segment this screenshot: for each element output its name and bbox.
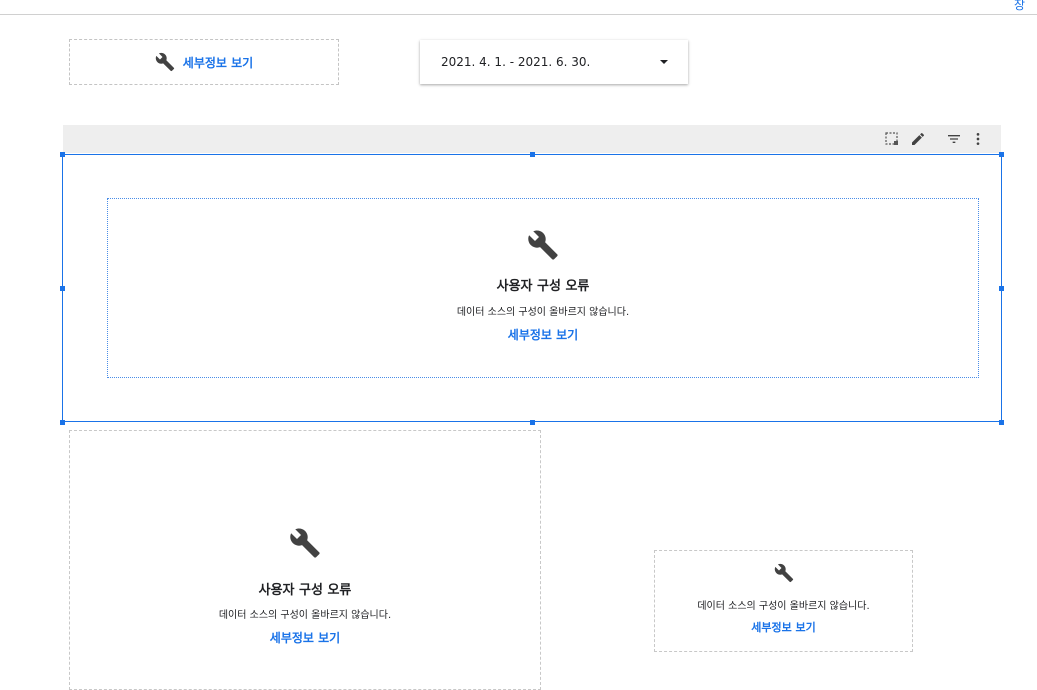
resize-handle-w[interactable] <box>60 286 65 291</box>
error-description: 데이터 소스의 구성이 올바르지 않습니다. <box>697 601 870 612</box>
filter-icon[interactable] <box>945 130 963 148</box>
resize-handle-sw[interactable] <box>60 420 65 425</box>
main-error-panel: 사용자 구성 오류 데이터 소스의 구성이 올바르지 않습니다. 세부정보 보기 <box>107 198 979 378</box>
wrench-icon <box>155 52 175 72</box>
resize-handle-ne[interactable] <box>999 152 1004 157</box>
error-title: 사용자 구성 오류 <box>496 279 590 294</box>
details-link[interactable]: 세부정보 보기 <box>508 326 578 343</box>
more-vert-icon[interactable] <box>969 130 987 148</box>
header-divider <box>0 14 1037 15</box>
resize-handle-n[interactable] <box>530 152 535 157</box>
top-error-chip: 세부정보 보기 <box>69 39 339 85</box>
select-area-icon[interactable] <box>883 130 901 148</box>
resize-handle-se[interactable] <box>999 420 1004 425</box>
wrench-icon <box>289 527 321 559</box>
details-link[interactable]: 세부정보 보기 <box>183 54 253 71</box>
details-link[interactable]: 세부정보 보기 <box>270 629 340 646</box>
date-range-value: 2021. 4. 1. - 2021. 6. 30. <box>441 55 591 69</box>
right-error-panel: 데이터 소스의 구성이 올바르지 않습니다. 세부정보 보기 <box>654 550 913 652</box>
caret-down-icon <box>660 60 668 64</box>
error-description: 데이터 소스의 구성이 올바르지 않습니다. <box>456 307 630 318</box>
error-description: 데이터 소스의 구성이 올바르지 않습니다. <box>218 610 392 621</box>
resize-handle-s[interactable] <box>530 420 535 425</box>
header-corner-text[interactable]: 장 <box>1014 0 1025 13</box>
details-link[interactable]: 세부정보 보기 <box>751 619 816 635</box>
wrench-icon <box>527 229 559 261</box>
resize-handle-nw[interactable] <box>60 152 65 157</box>
error-title: 사용자 구성 오류 <box>258 583 352 598</box>
chart-toolbar <box>63 125 1001 153</box>
resize-handle-e[interactable] <box>999 286 1004 291</box>
date-range-selector[interactable]: 2021. 4. 1. - 2021. 6. 30. <box>420 40 688 84</box>
wrench-icon <box>774 563 794 583</box>
edit-icon[interactable] <box>909 130 927 148</box>
left-error-panel: 사용자 구성 오류 데이터 소스의 구성이 올바르지 않습니다. 세부정보 보기 <box>69 430 541 690</box>
